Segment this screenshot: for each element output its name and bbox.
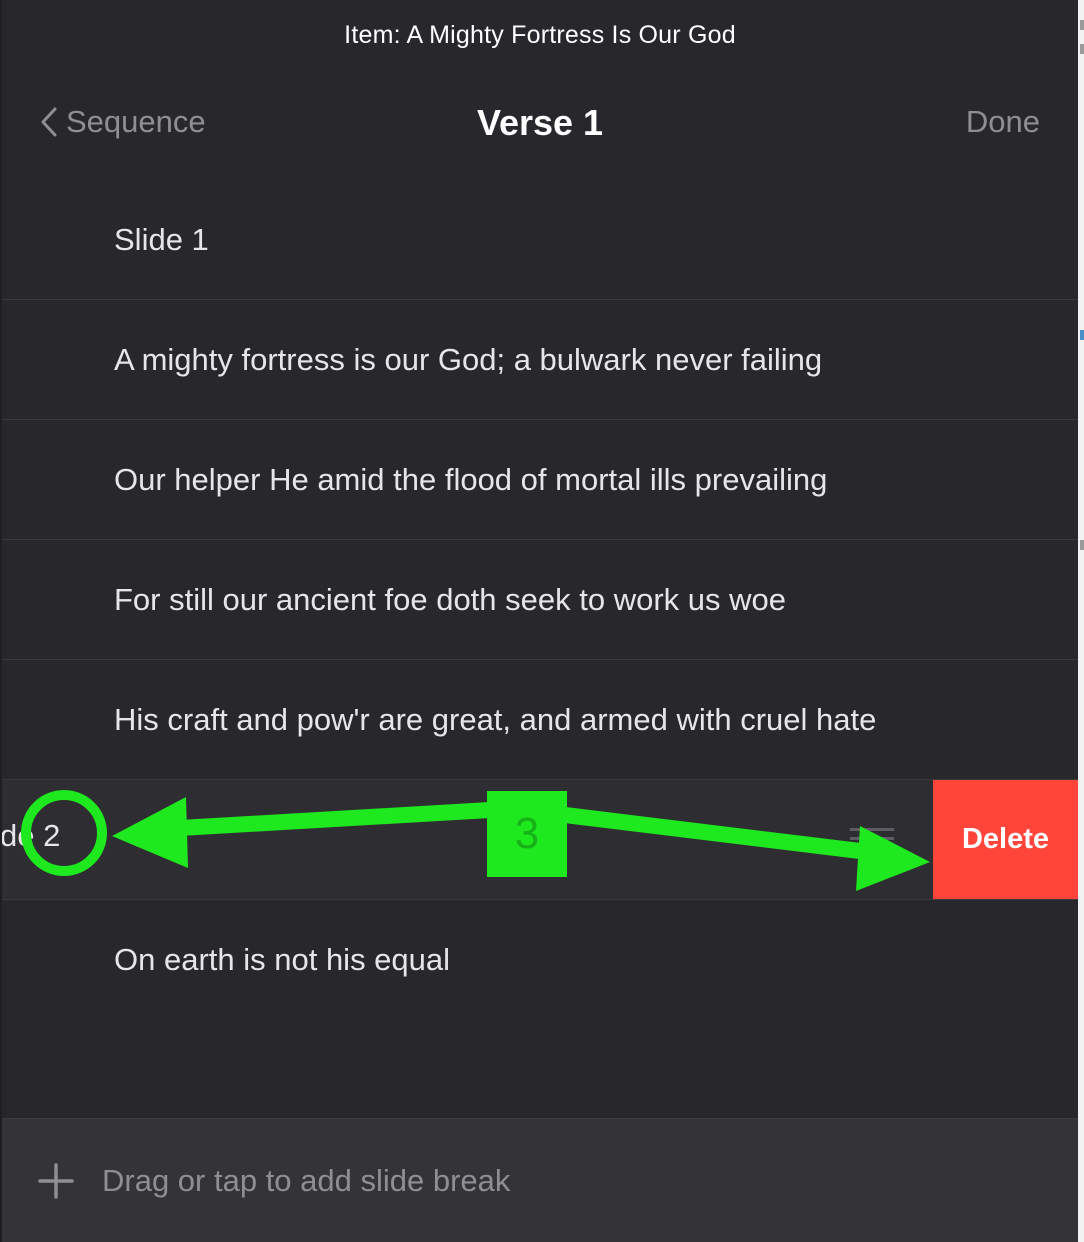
plus-icon[interactable] xyxy=(38,1163,74,1199)
list-item[interactable]: On earth is not his equal xyxy=(2,900,1078,1019)
list-item-label: A mighty fortress is our God; a bulwark … xyxy=(114,341,823,377)
navigation-bar: Sequence Verse 1 Done xyxy=(2,78,1078,170)
list-item-label: Our helper He amid the flood of mortal i… xyxy=(114,461,828,497)
add-slide-break-bar[interactable]: Drag or tap to add slide break xyxy=(2,1118,1078,1242)
list-item[interactable]: His craft and pow'r are great, and armed… xyxy=(2,660,1078,780)
background-window-edge xyxy=(1078,0,1084,1242)
edit-slides-panel: Item: A Mighty Fortress Is Our God Seque… xyxy=(2,0,1078,1242)
step-number-badge: 3 xyxy=(487,791,567,877)
list-item-label: His craft and pow'r are great, and armed… xyxy=(114,701,877,737)
list-item[interactable]: For still our ancient foe doth seek to w… xyxy=(2,540,1078,660)
reorder-handle-icon[interactable] xyxy=(850,828,894,850)
done-button[interactable]: Done xyxy=(966,104,1040,140)
list-item-label: For still our ancient foe doth seek to w… xyxy=(114,581,786,617)
page-title: Verse 1 xyxy=(476,102,604,143)
list-item[interactable]: A mighty fortress is our God; a bulwark … xyxy=(2,300,1078,420)
window-title: Item: A Mighty Fortress Is Our God xyxy=(344,20,736,49)
delete-button[interactable]: Delete xyxy=(933,780,1078,899)
list-item-label: Slide 1 xyxy=(114,221,209,257)
slide-list: Slide 1 A mighty fortress is our God; a … xyxy=(2,180,1078,1019)
add-slide-break-label[interactable]: Drag or tap to add slide break xyxy=(102,1163,510,1199)
list-item-label: On earth is not his equal xyxy=(114,941,451,977)
list-item[interactable]: Slide 1 xyxy=(2,180,1078,300)
list-item[interactable]: Our helper He amid the flood of mortal i… xyxy=(2,420,1078,540)
slide-break-label: de 2 xyxy=(2,818,61,853)
